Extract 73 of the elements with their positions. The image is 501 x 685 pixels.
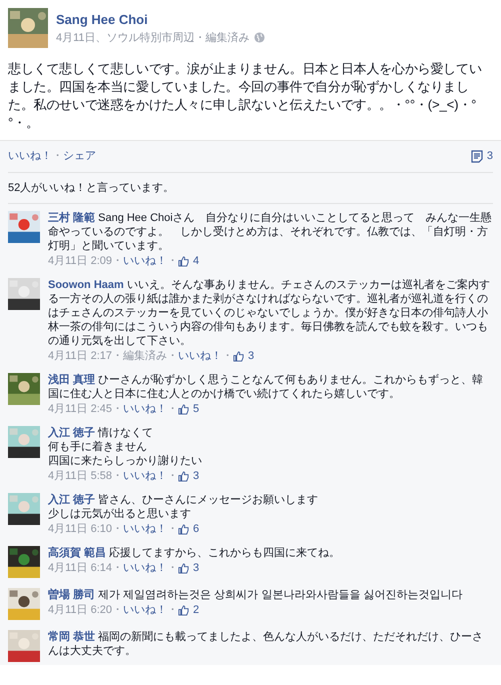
- separator: ・: [112, 522, 124, 536]
- commenter-name[interactable]: Soowon Haam: [48, 279, 124, 291]
- like-count[interactable]: 3: [193, 561, 200, 575]
- separator: ・: [167, 561, 178, 575]
- commenter-name[interactable]: 常岡 恭世: [48, 631, 96, 643]
- likes-summary: 52人がいいね！と言っています。: [8, 172, 493, 204]
- like-count[interactable]: 5: [193, 402, 200, 416]
- author-name[interactable]: Sang Hee Choi: [56, 10, 265, 30]
- separator: ・: [167, 469, 178, 483]
- separator: ・: [167, 254, 178, 268]
- comment-count[interactable]: 3: [486, 148, 493, 164]
- commenter-name[interactable]: 曽場 勝司: [48, 589, 96, 601]
- commenter-name[interactable]: 入江 徳子: [48, 427, 96, 439]
- separator: ・: [112, 469, 124, 483]
- comment-time: 4月11日 6:10: [48, 522, 112, 536]
- share-link[interactable]: シェア: [63, 148, 96, 164]
- comment-text: 高須賀 範昌 応援してますから、これからも四国に来てね。: [48, 546, 340, 560]
- like-count[interactable]: 3: [193, 469, 200, 483]
- comment-text: Soowon Haam いいえ。そんな事ありません。チェさんのステッカーは巡礼者をご案内する一方その人の張り紙は誰かまた剥がさなければならないです。巡礼者が巡礼道を行くのはチェさんのステッカーを見ていくのじゃないでしょうか。僕が好きな日本の俳句詩人小林一茶の俳句にはこういう内容の俳句もあります。毎日佛教を読んでも蚊を殺す。いつもの通り元気を出して下さい。: [48, 278, 491, 348]
- separator: ・: [167, 349, 178, 363]
- comment-text: 常岡 恭世 福岡の新聞にも載ってましたよ、色んな人がいるだけ、ただそれだけ、ひーさんは大丈夫です。: [48, 630, 484, 658]
- comment-time: 編集済み: [123, 349, 168, 363]
- comment-time: 4月11日 5:58: [48, 469, 112, 483]
- thumbs-up-icon: [178, 524, 190, 534]
- like-link[interactable]: いいね！: [178, 349, 222, 363]
- comment-text: 曽場 勝司 제가 제일염려하는것은 상희씨가 일본나라와사람들을 싫어진하는것입니다: [48, 588, 462, 602]
- commenter-name[interactable]: 浅田 真理: [48, 374, 96, 386]
- like-link[interactable]: いいね！: [8, 148, 52, 164]
- thumbs-up-icon: [178, 404, 190, 414]
- thumbs-up-icon: [178, 470, 190, 482]
- like-link[interactable]: いいね！: [123, 603, 168, 617]
- post-meta: 4月11日、ソウル特別市周辺・編集済み: [56, 30, 250, 46]
- comment-time: 4月11日 2:45: [48, 402, 112, 416]
- separator: ・: [112, 402, 124, 416]
- like-link[interactable]: いいね！: [123, 469, 168, 483]
- comment-text: 浅田 真理 ひーさんが恥ずかしく思うことなんて何もありません。これからもずっと、韓国に住む人と日本に住む人とのかけ橋でい続けてくれたら嬉しいです。: [48, 373, 484, 401]
- thumbs-up-icon: [233, 350, 244, 362]
- comment-icon[interactable]: [470, 150, 483, 163]
- comment-time: 4月11日 6:20: [48, 603, 112, 617]
- thumbs-up-icon: [178, 256, 190, 266]
- separator: ・: [167, 522, 178, 536]
- comment-text: 三村 隆範 Sang Hee Choiさん 自分なりに自分はいいことしてると思って みんな一生懸命やっているのですよ。 しかし受けとめ方は、それぞれです。仏教では、「自灯明・方灯明」と聞いています。: [48, 211, 493, 253]
- separator: ・: [112, 254, 124, 268]
- commenter-name[interactable]: 三村 隆範: [48, 212, 96, 224]
- comment-text: 四国に来たらしっかり謝りたい: [48, 454, 202, 468]
- like-count[interactable]: 3: [248, 349, 254, 363]
- globe-icon: [254, 32, 265, 44]
- comment-text: 何も手に着きません: [48, 440, 148, 454]
- comment-time: 4月11日 2:09: [48, 254, 112, 268]
- like-link[interactable]: いいね！: [123, 402, 168, 416]
- comment-text: 入江 徳子 皆さん、ひーさんにメッセージお願いします: [48, 493, 318, 507]
- comment-time: 4月11日 6:14: [48, 561, 112, 575]
- separator: ・: [52, 149, 63, 164]
- thumbs-up-icon: [178, 604, 190, 616]
- comment-time: 4月11日 2:17: [48, 349, 112, 363]
- separator: ・: [112, 349, 124, 363]
- like-count[interactable]: 2: [193, 603, 200, 617]
- commenter-name[interactable]: 高須賀 範昌: [48, 547, 106, 559]
- separator: ・: [167, 603, 178, 617]
- like-link[interactable]: いいね！: [123, 561, 168, 575]
- commenter-name[interactable]: 入江 徳子: [48, 494, 96, 506]
- like-link[interactable]: いいね！: [123, 254, 168, 268]
- comment-text: 少しは元気が出ると思います: [48, 507, 192, 521]
- post-text: 悲しくて悲しくて悲しいです。涙が止まりません。日本と日本人を心から愛していました。四国を本当に愛していました。今回の事件で自分が恥ずかしくなりました。私のせいで迷惑をかけた人々に申し訳ないと伝えたいです。。・°°・(>_<)・°°・。: [8, 60, 483, 132]
- like-link[interactable]: いいね！: [123, 522, 168, 536]
- separator: ・: [112, 603, 124, 617]
- like-count[interactable]: 6: [193, 522, 200, 536]
- separator: ・: [222, 349, 234, 363]
- like-count[interactable]: 4: [193, 254, 200, 268]
- separator: ・: [112, 561, 124, 575]
- separator: ・: [167, 402, 178, 416]
- thumbs-up-icon: [178, 562, 190, 574]
- comment-text: 入江 徳子 情けなくて: [48, 426, 154, 440]
